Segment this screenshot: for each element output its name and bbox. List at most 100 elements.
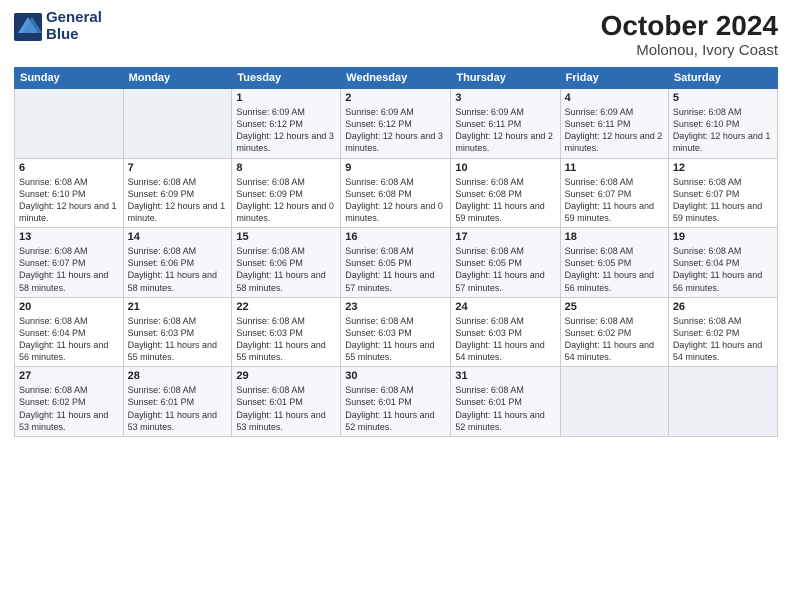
- calendar-cell: 26 Sunrise: 6:08 AM Sunset: 6:02 PM Dayli…: [668, 297, 777, 367]
- day-info: Sunrise: 6:08 AM Sunset: 6:10 PM Dayligh…: [673, 106, 773, 155]
- day-number: 28: [128, 370, 228, 382]
- day-info: Sunrise: 6:08 AM Sunset: 6:03 PM Dayligh…: [236, 315, 336, 364]
- day-number: 3: [455, 92, 555, 104]
- logo-text: General Blue: [46, 10, 102, 43]
- calendar-cell: 20 Sunrise: 6:08 AM Sunset: 6:04 PM Dayli…: [15, 297, 124, 367]
- calendar-cell: 12Sunrise: 6:08 AM Sunset: 6:07 PM Dayli…: [668, 158, 777, 228]
- calendar-cell: [123, 89, 232, 159]
- calendar-cell: 6 Sunrise: 6:08 AM Sunset: 6:10 PM Daylig…: [15, 158, 124, 228]
- calendar-cell: 30Sunrise: 6:08 AM Sunset: 6:01 PM Dayli…: [341, 367, 451, 437]
- calendar-cell: [668, 367, 777, 437]
- calendar-body: 1 Sunrise: 6:09 AM Sunset: 6:12 PM Daylig…: [15, 89, 778, 437]
- calendar-cell: 18Sunrise: 6:08 AM Sunset: 6:05 PM Dayli…: [560, 228, 668, 298]
- calendar-cell: 23 Sunrise: 6:08 AM Sunset: 6:03 PM Dayli…: [341, 297, 451, 367]
- day-info: Sunrise: 6:08 AM Sunset: 6:03 PM Dayligh…: [345, 315, 446, 364]
- calendar-cell: 9 Sunrise: 6:08 AM Sunset: 6:08 PM Daylig…: [341, 158, 451, 228]
- day-number: 11: [565, 162, 664, 174]
- day-number: 10: [455, 162, 555, 174]
- day-info: Sunrise: 6:08 AM Sunset: 6:05 PM Dayligh…: [345, 245, 446, 294]
- day-info: Sunrise: 6:09 AM Sunset: 6:11 PM Dayligh…: [565, 106, 664, 155]
- day-number: 8: [236, 162, 336, 174]
- day-number: 27: [19, 370, 119, 382]
- day-info: Sunrise: 6:08 AM Sunset: 6:02 PM Dayligh…: [673, 315, 773, 364]
- day-info: Sunrise: 6:08 AM Sunset: 6:08 PM Dayligh…: [455, 176, 555, 225]
- calendar-cell: 14 Sunrise: 6:08 AM Sunset: 6:06 PM Dayli…: [123, 228, 232, 298]
- calendar-cell: 24 Sunrise: 6:08 AM Sunset: 6:03 PM Dayli…: [451, 297, 560, 367]
- day-info: Sunrise: 6:09 AM Sunset: 6:12 PM Dayligh…: [345, 106, 446, 155]
- logo-line1: General: [46, 10, 102, 27]
- day-number: 26: [673, 301, 773, 313]
- day-info: Sunrise: 6:08 AM Sunset: 6:01 PM Dayligh…: [455, 384, 555, 433]
- day-number: 15: [236, 231, 336, 243]
- calendar-cell: 19Sunrise: 6:08 AM Sunset: 6:04 PM Dayli…: [668, 228, 777, 298]
- day-number: 31: [455, 370, 555, 382]
- weekday-header: Sunday: [15, 68, 124, 89]
- day-info: Sunrise: 6:08 AM Sunset: 6:04 PM Dayligh…: [673, 245, 773, 294]
- day-info: Sunrise: 6:08 AM Sunset: 6:03 PM Dayligh…: [455, 315, 555, 364]
- day-number: 24: [455, 301, 555, 313]
- calendar-cell: [560, 367, 668, 437]
- calendar-cell: 16 Sunrise: 6:08 AM Sunset: 6:05 PM Dayli…: [341, 228, 451, 298]
- weekday-header: Thursday: [451, 68, 560, 89]
- weekday-header: Wednesday: [341, 68, 451, 89]
- day-info: Sunrise: 6:08 AM Sunset: 6:07 PM Dayligh…: [19, 245, 119, 294]
- logo-line2: Blue: [46, 27, 102, 44]
- calendar-cell: 3Sunrise: 6:09 AM Sunset: 6:11 PM Daylig…: [451, 89, 560, 159]
- title-block: October 2024 Molonou, Ivory Coast: [601, 10, 778, 59]
- day-number: 16: [345, 231, 446, 243]
- calendar-cell: 2 Sunrise: 6:09 AM Sunset: 6:12 PM Daylig…: [341, 89, 451, 159]
- calendar-cell: 5 Sunrise: 6:08 AM Sunset: 6:10 PM Daylig…: [668, 89, 777, 159]
- day-info: Sunrise: 6:08 AM Sunset: 6:04 PM Dayligh…: [19, 315, 119, 364]
- calendar-cell: 25Sunrise: 6:08 AM Sunset: 6:02 PM Dayli…: [560, 297, 668, 367]
- day-info: Sunrise: 6:08 AM Sunset: 6:01 PM Dayligh…: [236, 384, 336, 433]
- calendar-cell: 31 Sunrise: 6:08 AM Sunset: 6:01 PM Dayli…: [451, 367, 560, 437]
- day-number: 12: [673, 162, 773, 174]
- logo: General Blue: [14, 10, 102, 43]
- day-number: 29: [236, 370, 336, 382]
- calendar-week-row: 6 Sunrise: 6:08 AM Sunset: 6:10 PM Daylig…: [15, 158, 778, 228]
- day-number: 13: [19, 231, 119, 243]
- day-number: 23: [345, 301, 446, 313]
- day-number: 17: [455, 231, 555, 243]
- calendar-cell: 21Sunrise: 6:08 AM Sunset: 6:03 PM Dayli…: [123, 297, 232, 367]
- day-info: Sunrise: 6:08 AM Sunset: 6:09 PM Dayligh…: [236, 176, 336, 225]
- calendar-cell: 17Sunrise: 6:08 AM Sunset: 6:05 PM Dayli…: [451, 228, 560, 298]
- day-number: 1: [236, 92, 336, 104]
- calendar-title: October 2024: [601, 10, 778, 42]
- day-info: Sunrise: 6:08 AM Sunset: 6:10 PM Dayligh…: [19, 176, 119, 225]
- day-number: 21: [128, 301, 228, 313]
- day-number: 6: [19, 162, 119, 174]
- day-info: Sunrise: 6:08 AM Sunset: 6:02 PM Dayligh…: [19, 384, 119, 433]
- day-number: 14: [128, 231, 228, 243]
- day-info: Sunrise: 6:08 AM Sunset: 6:06 PM Dayligh…: [128, 245, 228, 294]
- calendar-header: SundayMondayTuesdayWednesdayThursdayFrid…: [15, 68, 778, 89]
- calendar-cell: 15 Sunrise: 6:08 AM Sunset: 6:06 PM Dayli…: [232, 228, 341, 298]
- day-info: Sunrise: 6:08 AM Sunset: 6:08 PM Dayligh…: [345, 176, 446, 225]
- day-info: Sunrise: 6:08 AM Sunset: 6:01 PM Dayligh…: [128, 384, 228, 433]
- calendar-week-row: 20 Sunrise: 6:08 AM Sunset: 6:04 PM Dayli…: [15, 297, 778, 367]
- day-info: Sunrise: 6:08 AM Sunset: 6:07 PM Dayligh…: [565, 176, 664, 225]
- calendar-cell: 28 Sunrise: 6:08 AM Sunset: 6:01 PM Dayli…: [123, 367, 232, 437]
- weekday-header: Monday: [123, 68, 232, 89]
- calendar-cell: 29 Sunrise: 6:08 AM Sunset: 6:01 PM Dayli…: [232, 367, 341, 437]
- day-number: 2: [345, 92, 446, 104]
- calendar-week-row: 13 Sunrise: 6:08 AM Sunset: 6:07 PM Dayli…: [15, 228, 778, 298]
- calendar-cell: 1 Sunrise: 6:09 AM Sunset: 6:12 PM Daylig…: [232, 89, 341, 159]
- day-number: 5: [673, 92, 773, 104]
- weekday-header: Friday: [560, 68, 668, 89]
- calendar-cell: 8 Sunrise: 6:08 AM Sunset: 6:09 PM Daylig…: [232, 158, 341, 228]
- calendar-cell: 27 Sunrise: 6:08 AM Sunset: 6:02 PM Dayli…: [15, 367, 124, 437]
- calendar-cell: 11 Sunrise: 6:08 AM Sunset: 6:07 PM Dayli…: [560, 158, 668, 228]
- logo-icon: [14, 13, 42, 41]
- day-number: 9: [345, 162, 446, 174]
- calendar-table: SundayMondayTuesdayWednesdayThursdayFrid…: [14, 67, 778, 437]
- calendar-cell: 22 Sunrise: 6:08 AM Sunset: 6:03 PM Dayli…: [232, 297, 341, 367]
- day-info: Sunrise: 6:09 AM Sunset: 6:12 PM Dayligh…: [236, 106, 336, 155]
- day-info: Sunrise: 6:08 AM Sunset: 6:06 PM Dayligh…: [236, 245, 336, 294]
- header: General Blue October 2024 Molonou, Ivory…: [14, 10, 778, 59]
- day-number: 20: [19, 301, 119, 313]
- calendar-week-row: 27 Sunrise: 6:08 AM Sunset: 6:02 PM Dayli…: [15, 367, 778, 437]
- day-number: 22: [236, 301, 336, 313]
- day-number: 25: [565, 301, 664, 313]
- weekday-header: Saturday: [668, 68, 777, 89]
